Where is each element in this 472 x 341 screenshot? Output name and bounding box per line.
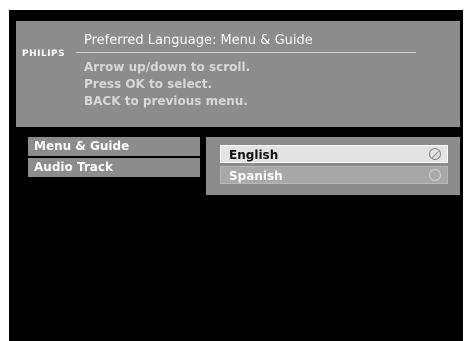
option-label: English bbox=[229, 148, 279, 162]
checked-radio-icon bbox=[429, 148, 441, 160]
menu-item-menu-guide[interactable]: Menu & Guide bbox=[28, 137, 200, 156]
instruction-back: BACK to previous menu. bbox=[84, 94, 248, 108]
instruction-scroll: Arrow up/down to scroll. bbox=[84, 60, 251, 74]
option-spanish[interactable]: Spanish bbox=[220, 166, 448, 184]
instruction-select: Press OK to select. bbox=[84, 77, 213, 91]
empty-radio-icon bbox=[429, 169, 441, 181]
brand-logo: PHILIPS bbox=[22, 49, 66, 59]
option-label: Spanish bbox=[229, 169, 283, 183]
option-english[interactable]: English bbox=[220, 145, 448, 163]
header-divider bbox=[76, 52, 416, 53]
page-title: Preferred Language: Menu & Guide bbox=[84, 33, 313, 48]
menu-item-audio-track[interactable]: Audio Track bbox=[28, 158, 200, 177]
